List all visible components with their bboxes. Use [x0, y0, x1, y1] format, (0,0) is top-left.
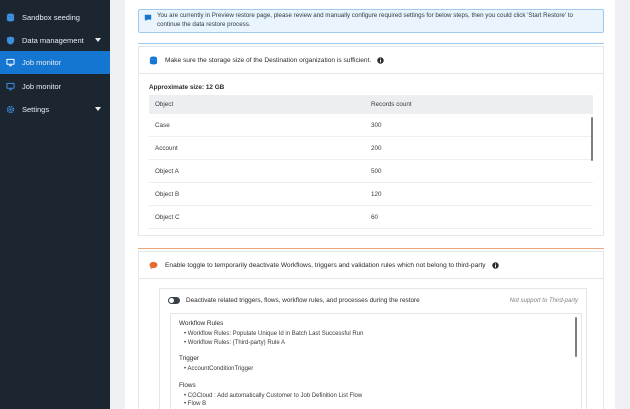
list-scrollbar[interactable]: [575, 317, 577, 357]
cell-object: Object A: [155, 167, 179, 175]
group-title: Workflow Rules: [179, 320, 224, 327]
gear-icon: [6, 105, 15, 114]
cell-object: Object B: [155, 190, 180, 198]
deactivate-toggle[interactable]: [168, 297, 180, 304]
info-icon[interactable]: [377, 56, 384, 64]
deactivate-toggle-label: Deactivate related triggers, flows, work…: [186, 297, 420, 304]
storage-panel-title: Make sure the storage size of the Destin…: [165, 56, 372, 64]
table-row: Object C 60: [149, 206, 593, 229]
sidebar-item-sandbox-seeding[interactable]: Sandbox seeding: [0, 6, 110, 29]
section-divider: [138, 43, 604, 44]
group-title: Flows: [179, 381, 196, 389]
group-title: Trigger: [179, 355, 200, 362]
main-content: You are currently in Preview restore pag…: [125, 0, 615, 409]
column-header-object: Object: [155, 101, 174, 108]
monitor-icon: [6, 58, 15, 67]
table-row: Case 300: [149, 114, 593, 137]
table-row: Object A 500: [149, 160, 593, 183]
table-scrollbar[interactable]: [591, 117, 593, 161]
cell-records-count: 60: [371, 213, 379, 221]
table-header: Object Records count: [149, 95, 593, 114]
approximate-size: Approximate size: 12 GB: [149, 84, 225, 91]
column-header-records-count: Records count: [371, 101, 412, 108]
deactivate-panel: Enable toggle to temporarily deactivate …: [138, 251, 604, 409]
cell-object: Object C: [155, 213, 180, 221]
not-support-note: Not support to Third-party: [509, 298, 578, 304]
sidebar-item-label: Job monitor: [22, 82, 62, 91]
table-row: Account 200: [149, 137, 593, 160]
cell-records-count: 500: [371, 167, 382, 175]
records-table: Object Records count Case 300 Account 20…: [149, 95, 593, 229]
sidebar-item-job-monitor-2[interactable]: Job monitor: [0, 75, 110, 98]
sidebar-item-label: Job monitor: [22, 58, 62, 67]
deactivate-panel-header: Enable toggle to temporarily deactivate …: [139, 252, 603, 279]
deactivate-toggle-row: Deactivate related triggers, flows, work…: [168, 297, 420, 304]
info-icon[interactable]: [491, 261, 499, 269]
section-divider: [138, 248, 604, 249]
chat-icon: [144, 14, 152, 26]
group-flows: Flows • CGCloud : Add automatically Cust…: [179, 382, 573, 409]
toggle-knob: [169, 298, 174, 303]
list-item: • AccountConditionTrigger: [184, 366, 254, 372]
list-item: • CGCloud : Add automatically Customer t…: [184, 392, 363, 399]
info-banner: You are currently in Preview restore pag…: [138, 9, 604, 33]
sidebar-item-label: Settings: [22, 105, 50, 114]
cell-records-count: 200: [371, 144, 382, 152]
storage-panel-header: Make sure the storage size of the Destin…: [139, 47, 603, 74]
database-icon: [149, 56, 158, 65]
group-workflow-rules: Workflow Rules • Workflow Rules: Populat…: [179, 320, 573, 347]
sidebar-item-label: Sandbox seeding: [22, 13, 80, 22]
list-item: • Workflow Rules: Populate Unique Id in …: [184, 331, 364, 337]
database-icon: [6, 13, 15, 22]
sidebar-item-settings[interactable]: Settings: [0, 98, 110, 121]
group-trigger: Trigger • AccountConditionTrigger: [179, 355, 573, 374]
monitor-icon: [6, 82, 15, 91]
affected-items-list: Workflow Rules • Workflow Rules: Populat…: [170, 313, 582, 409]
sidebar-item-job-monitor[interactable]: Job monitor: [0, 51, 110, 74]
table-row: Object B 120: [149, 183, 593, 206]
cell-records-count: 300: [371, 121, 382, 129]
deactivate-panel-title: Enable toggle to temporarily deactivate …: [165, 261, 486, 269]
shield-icon: [6, 36, 15, 45]
sidebar-item-data-management[interactable]: Data management: [0, 29, 110, 52]
list-item: • Flow B: [184, 401, 207, 407]
cell-object: Account: [155, 144, 178, 152]
chat-icon: [149, 261, 158, 270]
chevron-down-icon[interactable]: [95, 107, 101, 111]
storage-panel: Make sure the storage size of the Destin…: [138, 46, 604, 236]
chevron-down-icon[interactable]: [95, 38, 101, 42]
sidebar: Sandbox seeding Data management Job moni…: [0, 0, 110, 409]
sidebar-item-label: Data management: [22, 36, 84, 45]
info-banner-text: You are currently in Preview restore pag…: [157, 12, 573, 28]
deactivate-box: Deactivate related triggers, flows, work…: [159, 288, 587, 409]
list-item: • Workflow Rules: (Third-party) Rule A: [184, 339, 286, 346]
cell-records-count: 120: [371, 190, 382, 198]
cell-object: Case: [155, 121, 170, 129]
